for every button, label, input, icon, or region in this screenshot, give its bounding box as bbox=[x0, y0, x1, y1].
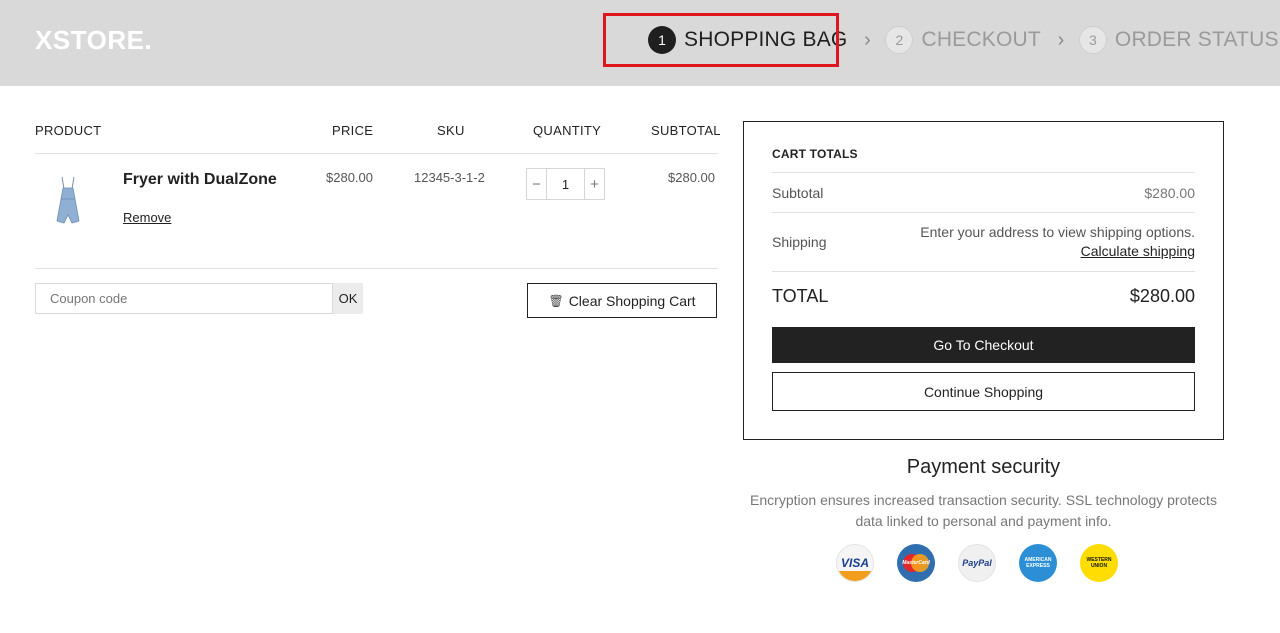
paypal-icon: PayPal bbox=[958, 544, 996, 582]
visa-icon: VISA bbox=[836, 544, 874, 582]
minus-icon[interactable]: − bbox=[527, 169, 547, 199]
quantity-value[interactable]: 1 bbox=[547, 169, 584, 199]
total-label: TOTAL bbox=[772, 286, 829, 306]
go-to-checkout-button[interactable]: Go To Checkout bbox=[772, 327, 1195, 363]
clear-cart-label: Clear Shopping Cart bbox=[568, 292, 696, 309]
divider bbox=[772, 172, 1195, 173]
step-number: 3 bbox=[1078, 26, 1107, 54]
column-header-subtotal: SUBTOTAL bbox=[651, 123, 721, 138]
calculate-shipping-link[interactable]: Calculate shipping bbox=[1081, 243, 1195, 259]
item-subtotal: $280.00 bbox=[668, 170, 715, 185]
divider bbox=[772, 212, 1195, 213]
continue-shopping-button[interactable]: Continue Shopping bbox=[772, 372, 1195, 411]
divider bbox=[772, 271, 1195, 272]
wu-text-2: UNION bbox=[1090, 563, 1108, 569]
chevron-right-icon: › bbox=[864, 28, 871, 51]
coupon-input[interactable] bbox=[35, 283, 333, 314]
divider bbox=[35, 268, 718, 269]
step-label: ORDER STATUS bbox=[1114, 28, 1279, 51]
product-name[interactable]: Fryer with DualZone bbox=[123, 171, 277, 189]
site-header: XSTORE. 1 SHOPPING BAG › 2 CHECKOUT › 3 … bbox=[0, 0, 1280, 86]
apply-coupon-button[interactable]: OK bbox=[333, 283, 363, 314]
amex-text-2: EXPRESS bbox=[1026, 563, 1050, 569]
highlight-box bbox=[603, 13, 839, 67]
item-price: $280.00 bbox=[326, 170, 373, 185]
column-header-quantity: QUANTITY bbox=[533, 123, 602, 138]
western-union-icon: WESTERN UNION bbox=[1080, 544, 1118, 582]
mastercard-text: MasterCard bbox=[902, 560, 930, 566]
subtotal-value: $280.00 bbox=[1144, 185, 1195, 201]
payment-icons: VISA MasterCard PayPal AMERICAN EXPRESS … bbox=[836, 544, 1141, 582]
remove-link[interactable]: Remove bbox=[123, 210, 171, 225]
step-number: 2 bbox=[885, 26, 914, 54]
plus-icon[interactable]: + bbox=[584, 169, 604, 199]
step-checkout[interactable]: 2 CHECKOUT bbox=[885, 26, 1041, 54]
payment-security-description: Encryption ensures increased transaction… bbox=[750, 492, 1217, 529]
item-sku: 12345-3-1-2 bbox=[414, 170, 485, 185]
visa-text: VISA bbox=[840, 556, 869, 570]
column-header-sku: SKU bbox=[437, 123, 465, 138]
total-value: $280.00 bbox=[1129, 286, 1195, 306]
subtotal-label: Subtotal bbox=[772, 185, 824, 201]
quantity-stepper: − 1 + bbox=[526, 168, 605, 200]
trash-icon: 🗑 bbox=[548, 293, 564, 308]
paypal-text: PayPal bbox=[962, 558, 992, 568]
shipping-note: Enter your address to view shipping opti… bbox=[920, 224, 1195, 240]
site-logo[interactable]: XSTORE. bbox=[35, 25, 152, 56]
column-header-product: PRODUCT bbox=[35, 123, 102, 138]
mastercard-icon: MasterCard bbox=[897, 544, 935, 582]
cart-totals-title: CART TOTALS bbox=[772, 147, 858, 161]
step-order-status[interactable]: 3 ORDER STATUS bbox=[1078, 26, 1279, 54]
divider bbox=[35, 153, 718, 154]
shipping-label: Shipping bbox=[772, 234, 827, 250]
column-header-price: PRICE bbox=[332, 123, 374, 138]
step-label: CHECKOUT bbox=[921, 28, 1041, 51]
payment-security-title: Payment security bbox=[906, 456, 1061, 478]
amex-icon: AMERICAN EXPRESS bbox=[1019, 544, 1057, 582]
product-image[interactable] bbox=[48, 175, 88, 231]
clear-cart-button[interactable]: 🗑 Clear Shopping Cart bbox=[527, 283, 717, 318]
chevron-right-icon: › bbox=[1057, 28, 1065, 51]
